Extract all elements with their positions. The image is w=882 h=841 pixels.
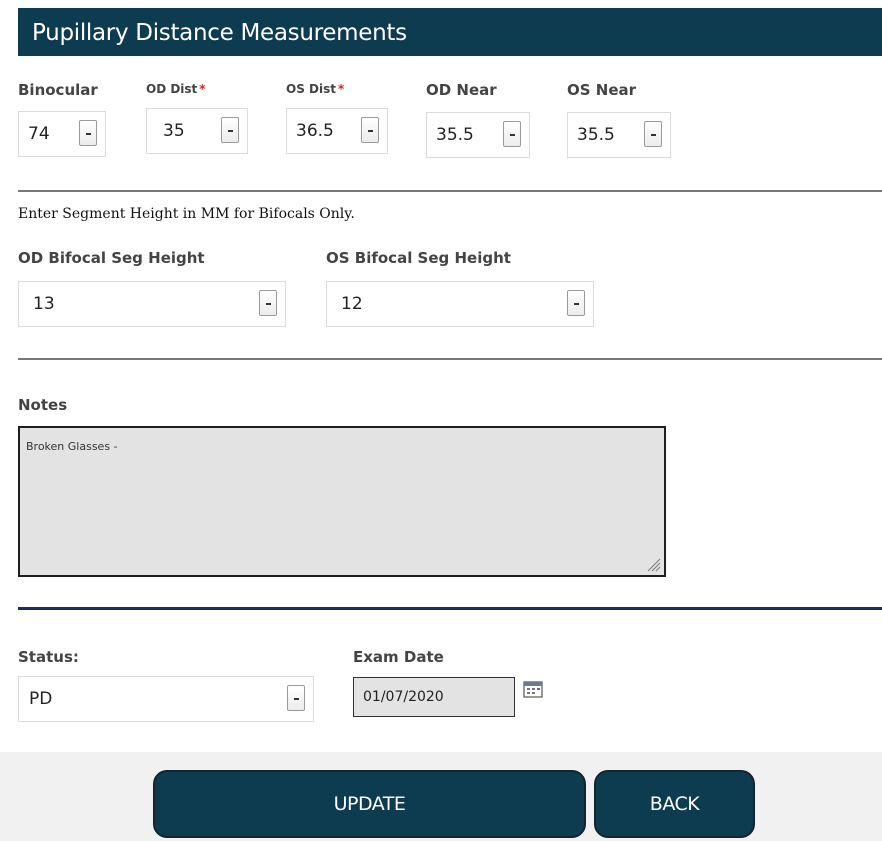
dropdown-arrow-icon[interactable]	[644, 121, 662, 147]
binocular-label: Binocular	[18, 81, 98, 99]
od-near-label: OD Near	[426, 81, 497, 99]
os-seg-height-value: 12	[341, 294, 363, 314]
bifocal-instruction: Enter Segment Height in MM for Bifocals …	[18, 206, 355, 222]
section-header: Pupillary Distance Measurements	[18, 8, 882, 56]
os-near-select[interactable]: 35.5	[567, 112, 671, 158]
resize-grip-icon[interactable]	[645, 556, 661, 572]
dropdown-arrow-icon[interactable]	[503, 121, 521, 147]
os-dist-label: OS Dist *	[286, 82, 344, 96]
exam-date-input[interactable]: 01/07/2020	[353, 677, 515, 717]
od-dist-value: 35	[163, 121, 185, 141]
required-marker: *	[337, 82, 345, 96]
od-dist-label-text: OD Dist	[146, 82, 198, 96]
divider	[18, 358, 882, 360]
dropdown-arrow-icon[interactable]	[221, 117, 239, 143]
dropdown-arrow-icon[interactable]	[79, 120, 97, 146]
os-seg-height-select[interactable]: 12	[326, 281, 594, 327]
divider	[18, 607, 882, 610]
os-seg-height-label: OS Bifocal Seg Height	[326, 249, 511, 267]
dropdown-arrow-icon[interactable]	[259, 290, 277, 316]
od-seg-height-value: 13	[33, 294, 55, 314]
exam-date-label: Exam Date	[353, 648, 444, 666]
od-near-select[interactable]: 35.5	[426, 112, 530, 158]
back-button[interactable]: BACK	[594, 770, 755, 838]
status-value: PD	[29, 689, 53, 709]
status-label: Status:	[18, 648, 79, 666]
status-select[interactable]: PD	[18, 676, 314, 722]
dropdown-arrow-icon[interactable]	[361, 117, 379, 143]
os-near-value: 35.5	[577, 125, 615, 145]
od-near-value: 35.5	[436, 125, 474, 145]
os-near-label: OS Near	[567, 81, 637, 99]
od-seg-height-select[interactable]: 13	[18, 281, 286, 327]
os-dist-value: 36.5	[296, 121, 334, 141]
od-dist-select[interactable]: 35	[146, 108, 248, 154]
dropdown-arrow-icon[interactable]	[287, 685, 305, 711]
od-seg-height-label: OD Bifocal Seg Height	[18, 249, 205, 267]
os-dist-label-text: OS Dist	[286, 82, 336, 96]
notes-label: Notes	[18, 396, 68, 414]
update-button[interactable]: UPDATE	[153, 770, 586, 838]
notes-text: Broken Glasses -	[26, 440, 118, 453]
divider	[18, 190, 882, 192]
required-marker: *	[199, 82, 206, 96]
binocular-value: 74	[28, 124, 50, 144]
binocular-select[interactable]: 74	[18, 111, 106, 157]
notes-textarea[interactable]: Broken Glasses -	[18, 426, 666, 577]
os-dist-select[interactable]: 36.5	[286, 108, 388, 154]
od-dist-label: OD Dist *	[146, 82, 206, 96]
dropdown-arrow-icon[interactable]	[567, 290, 585, 316]
calendar-icon[interactable]	[523, 680, 543, 698]
